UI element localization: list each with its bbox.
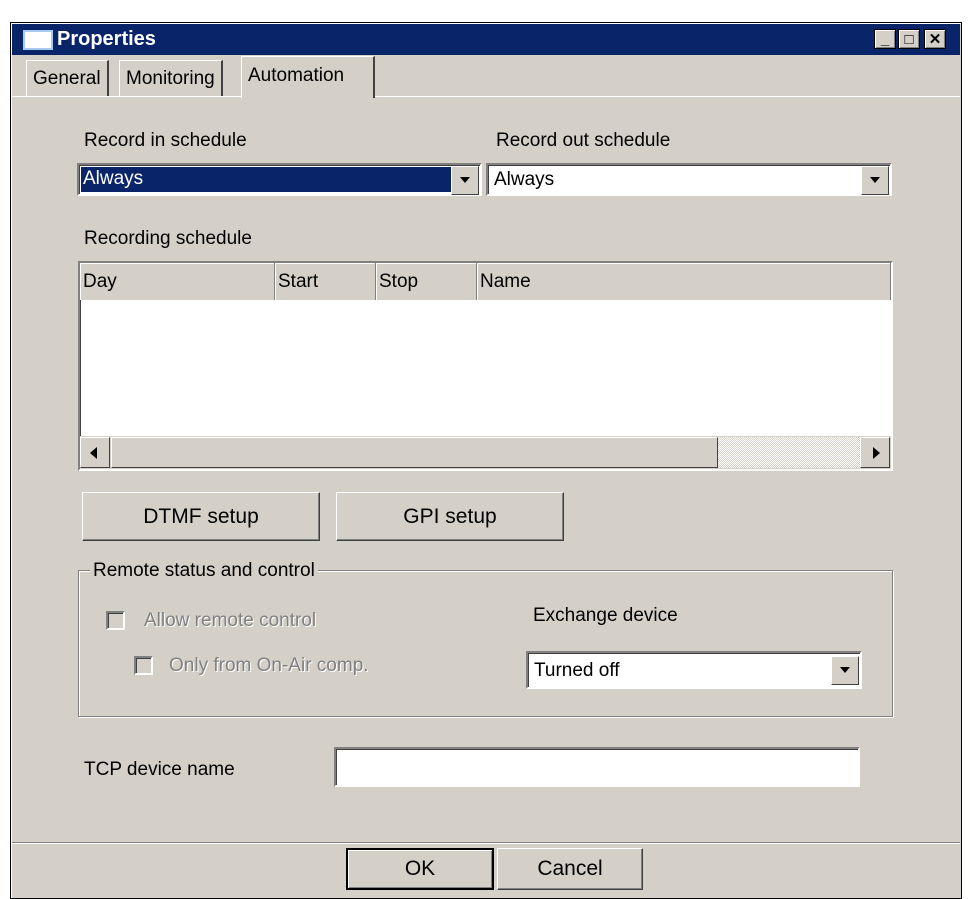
close-icon: ✕ xyxy=(928,31,942,48)
column-header-name[interactable]: Name xyxy=(477,263,891,300)
column-header-start[interactable]: Start xyxy=(275,263,376,300)
tab-monitoring[interactable]: Monitoring xyxy=(119,60,223,96)
scrollbar-track[interactable] xyxy=(718,437,860,468)
cancel-button[interactable]: Cancel xyxy=(497,848,643,890)
only-from-onair-checkbox[interactable] xyxy=(134,656,153,675)
maximize-button[interactable]: □ xyxy=(898,29,920,49)
allow-remote-control-checkbox[interactable] xyxy=(106,611,125,630)
remote-status-group-label: Remote status and control xyxy=(90,559,318,583)
column-header-day[interactable]: Day xyxy=(80,263,275,300)
recording-schedule-label: Recording schedule xyxy=(84,228,252,249)
exchange-device-select[interactable]: Turned off xyxy=(526,651,862,689)
allow-remote-control-label: Allow remote control xyxy=(144,610,317,631)
arrow-right-icon xyxy=(873,447,880,459)
tab-automation[interactable]: Automation xyxy=(241,56,375,98)
gpi-setup-button[interactable]: GPI setup xyxy=(336,492,564,541)
scroll-right-button[interactable] xyxy=(860,437,890,468)
chevron-down-icon xyxy=(840,667,850,673)
remote-status-groupbox xyxy=(78,570,893,717)
column-header-stop[interactable]: Stop xyxy=(376,263,477,300)
window-icon xyxy=(23,30,53,50)
footer-separator xyxy=(12,842,960,844)
maximize-icon: □ xyxy=(904,30,914,48)
tab-panel-border xyxy=(12,96,960,97)
dtmf-setup-button[interactable]: DTMF setup xyxy=(82,492,320,541)
window-title: Properties xyxy=(57,28,156,50)
exchange-device-label: Exchange device xyxy=(533,605,678,626)
record-out-select[interactable]: Always xyxy=(486,163,892,196)
record-in-select[interactable]: Always xyxy=(77,163,482,196)
close-button[interactable]: ✕ xyxy=(924,29,946,49)
tcp-device-name-label: TCP device name xyxy=(84,759,235,780)
scroll-left-button[interactable] xyxy=(80,437,110,468)
exchange-device-value: Turned off xyxy=(534,660,620,681)
ok-button[interactable]: OK xyxy=(346,848,494,890)
record-in-value: Always xyxy=(81,167,452,192)
arrow-left-icon xyxy=(90,447,97,459)
only-from-onair-label: Only from On-Air comp. xyxy=(169,655,369,676)
chevron-down-icon xyxy=(460,177,470,183)
tab-general[interactable]: General xyxy=(26,60,109,96)
minimize-button[interactable]: _ xyxy=(874,29,896,49)
record-out-dropdown-button[interactable] xyxy=(861,166,889,195)
record-out-value: Always xyxy=(494,169,555,190)
record-in-label: Record in schedule xyxy=(84,130,247,151)
exchange-device-dropdown-button[interactable] xyxy=(831,656,859,685)
scrollbar-thumb[interactable] xyxy=(111,437,718,468)
chevron-down-icon xyxy=(870,177,880,183)
record-in-dropdown-button[interactable] xyxy=(451,166,479,195)
tcp-device-name-input[interactable] xyxy=(334,747,860,787)
minimize-icon: _ xyxy=(880,30,890,48)
record-out-label: Record out schedule xyxy=(496,130,671,151)
